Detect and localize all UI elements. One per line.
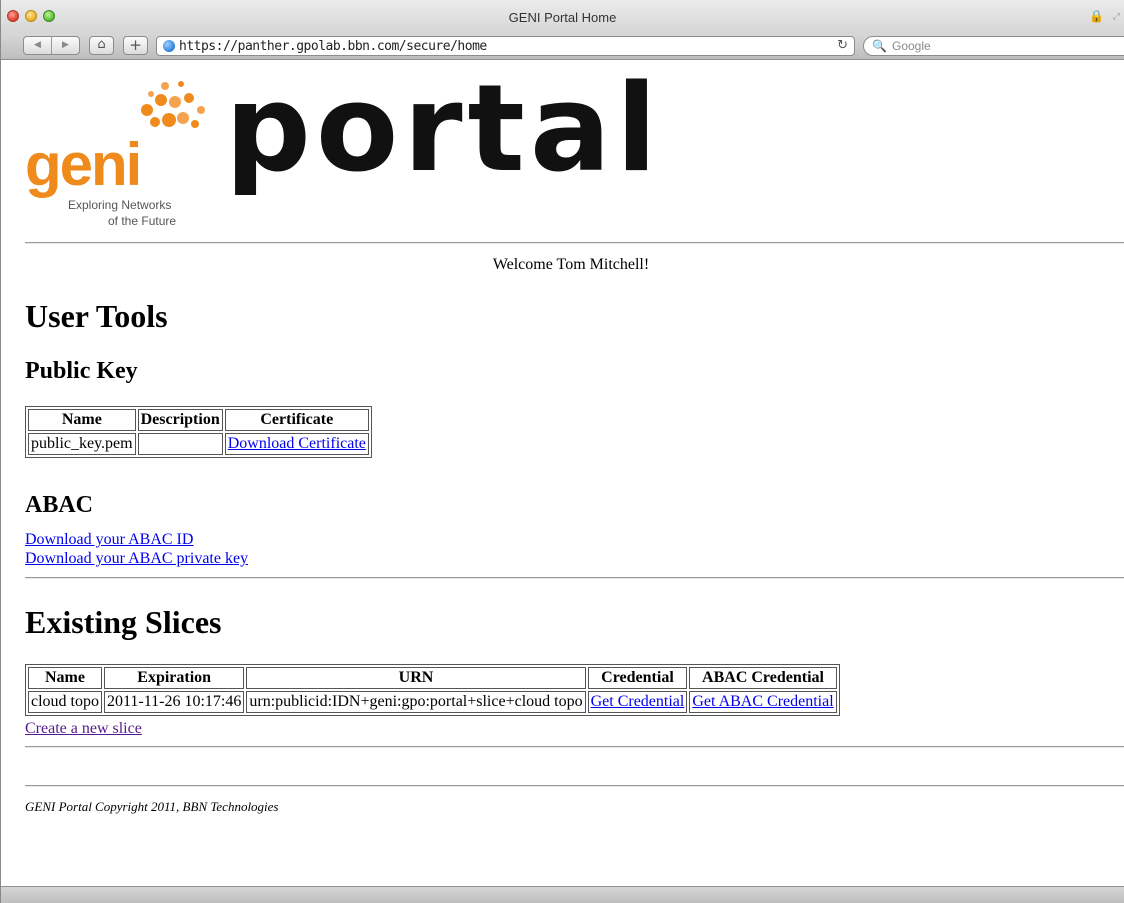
address-bar[interactable]: https://panther.gpolab.bbn.com/secure/ho… (156, 36, 855, 56)
search-icon[interactable]: 🔍 (872, 39, 887, 53)
slice-name-cell: cloud topo (28, 691, 102, 713)
abac-heading: ABAC (25, 492, 94, 518)
user-tools-heading: User Tools (25, 298, 168, 334)
column-header: Name (28, 667, 102, 689)
download-abac-id-link[interactable]: Download your ABAC ID (25, 531, 193, 548)
column-header: ABAC Credential (689, 667, 837, 689)
key-description-cell (137, 433, 223, 455)
credential-cell: Get Credential (587, 691, 688, 713)
geni-logo: geni Exploring Networks of the Future (25, 70, 215, 230)
certificate-cell: Download Certificate (224, 433, 369, 455)
table-row: cloud topo 2011-11-26 10:17:46 urn:publi… (28, 691, 837, 713)
column-header: Name (28, 409, 136, 431)
abac-key-link-line: Download your ABAC private key (25, 550, 248, 568)
portal-wordmark: portal (225, 60, 662, 199)
column-header: Certificate (224, 409, 369, 431)
logo-tagline-2: of the Future (108, 214, 177, 228)
divider (25, 242, 1124, 244)
browser-toolbar: ◀ ▶ ⌂ + https://panther.gpolab.bbn.com/s… (1, 33, 1124, 60)
column-header: Expiration (104, 667, 245, 689)
existing-slices-heading: Existing Slices (25, 604, 222, 640)
geni-wordmark: geni (25, 131, 142, 198)
forward-icon[interactable]: ▶ (51, 37, 79, 54)
home-icon: ⌂ (97, 37, 106, 52)
table-header-row: Name Description Certificate (28, 409, 369, 431)
search-placeholder: Google (892, 39, 931, 53)
browser-window: GENI Portal Home 🔒 ⤢ ◀ ▶ ⌂ + https://pan… (0, 0, 1124, 903)
table-header-row: Name Expiration URN Credential ABAC Cred… (28, 667, 837, 689)
column-header: Description (137, 409, 223, 431)
footer-copyright: GENI Portal Copyright 2011, BBN Technolo… (25, 799, 279, 814)
divider (25, 577, 1124, 579)
get-abac-credential-link[interactable]: Get ABAC Credential (692, 693, 833, 710)
url-text[interactable]: https://panther.gpolab.bbn.com/secure/ho… (179, 39, 487, 54)
fullscreen-icon[interactable]: ⤢ (1113, 12, 1120, 22)
column-header: URN (246, 667, 586, 689)
download-certificate-link[interactable]: Download Certificate (228, 435, 366, 452)
page-content: geni Exploring Networks of the Future po… (1, 60, 1124, 886)
public-key-table: Name Description Certificate public_key.… (25, 406, 372, 458)
reload-icon[interactable]: ↻ (837, 38, 848, 53)
divider (25, 746, 1124, 748)
slices-table: Name Expiration URN Credential ABAC Cred… (25, 664, 840, 716)
logo-tagline-1: Exploring Networks (68, 198, 172, 212)
welcome-message: Welcome Tom Mitchell! (492, 256, 650, 273)
lock-icon: 🔒 (1089, 9, 1104, 23)
create-slice-link-line: Create a new slice (25, 720, 142, 738)
back-forward-group: ◀ ▶ (23, 36, 80, 55)
back-icon[interactable]: ◀ (24, 37, 51, 54)
search-field[interactable]: 🔍 Google (863, 36, 1124, 56)
slice-urn-cell: urn:publicid:IDN+geni:gpo:portal+slice+c… (246, 691, 586, 713)
slice-expiration-cell: 2011-11-26 10:17:46 (104, 691, 245, 713)
add-bookmark-button[interactable]: + (123, 36, 148, 55)
abac-credential-cell: Get ABAC Credential (689, 691, 837, 713)
key-name-cell: public_key.pem (28, 433, 136, 455)
abac-id-link-line: Download your ABAC ID (25, 531, 193, 549)
public-key-heading: Public Key (25, 358, 138, 384)
get-credential-link[interactable]: Get Credential (591, 693, 685, 710)
divider (25, 785, 1124, 787)
home-button[interactable]: ⌂ (89, 36, 114, 55)
globe-icon (163, 40, 175, 52)
window-title: GENI Portal Home (508, 10, 617, 25)
table-row: public_key.pem Download Certificate (28, 433, 369, 455)
download-abac-key-link[interactable]: Download your ABAC private key (25, 550, 248, 567)
status-bar (1, 886, 1124, 903)
title-bar: GENI Portal Home 🔒 ⤢ (1, 0, 1124, 33)
create-new-slice-link[interactable]: Create a new slice (25, 720, 142, 737)
column-header: Credential (587, 667, 688, 689)
